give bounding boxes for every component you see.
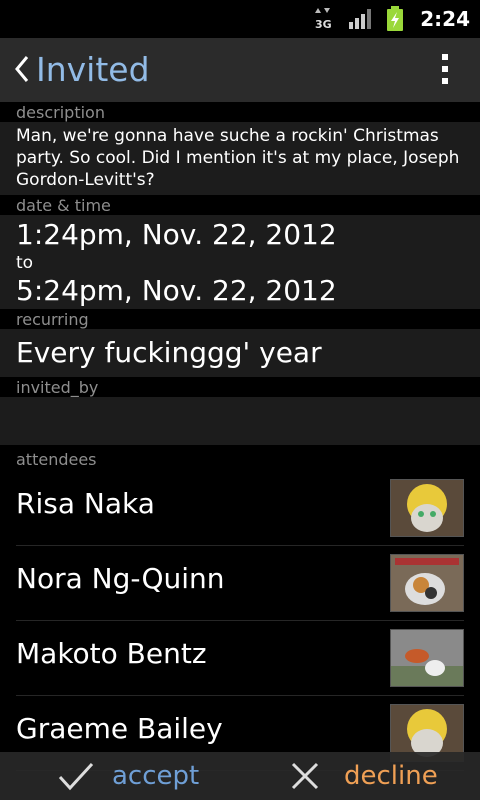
- clock: 2:24: [420, 7, 470, 31]
- attendee-name: Risa Naka: [16, 487, 155, 520]
- event-details: description Man, we're gonna have suche …: [0, 102, 480, 771]
- close-icon: [291, 762, 319, 790]
- attendee-row[interactable]: Makoto Bentz: [16, 621, 464, 696]
- invited-by-value: [0, 397, 480, 445]
- accept-button[interactable]: accept: [58, 752, 199, 800]
- recurring-label: recurring: [0, 309, 480, 329]
- datetime-label: date & time: [0, 195, 480, 215]
- 3g-network-icon: 3G: [315, 8, 332, 31]
- decline-label: decline: [344, 761, 438, 791]
- checkmark-icon: [58, 762, 94, 791]
- attendee-name: Makoto Bentz: [16, 637, 207, 670]
- attendee-row[interactable]: Nora Ng-Quinn: [16, 546, 464, 621]
- accept-label: accept: [112, 761, 200, 791]
- attendee-name: Graeme Bailey: [16, 712, 223, 745]
- action-bar: Invited: [0, 38, 480, 102]
- bottom-action-bar: accept decline: [0, 752, 480, 800]
- chevron-left-icon[interactable]: [14, 54, 30, 84]
- end-datetime: 5:24pm, Nov. 22, 2012: [16, 274, 337, 307]
- attendee-photo: [390, 554, 464, 612]
- attendee-photo: [390, 479, 464, 537]
- status-bar: 3G 2:24: [0, 0, 480, 38]
- battery-charging-icon: [387, 6, 404, 31]
- decline-button[interactable]: decline: [290, 752, 438, 800]
- datetime-block: 1:24pm, Nov. 22, 2012 to 5:24pm, Nov. 22…: [0, 215, 480, 309]
- attendee-photo: [390, 629, 464, 687]
- to-label: to: [16, 253, 34, 273]
- page-title[interactable]: Invited: [36, 50, 150, 89]
- overflow-menu-icon[interactable]: [442, 54, 448, 90]
- description-text: Man, we're gonna have suche a rockin' Ch…: [0, 122, 480, 195]
- start-datetime: 1:24pm, Nov. 22, 2012: [16, 218, 337, 251]
- attendee-name: Nora Ng-Quinn: [16, 562, 225, 595]
- description-label: description: [0, 102, 480, 122]
- attendees-label: attendees: [0, 445, 480, 471]
- svg-text:3G: 3G: [315, 18, 332, 31]
- recurring-value: Every fuckinggg' year: [0, 329, 480, 377]
- attendee-row[interactable]: Risa Naka: [16, 471, 464, 546]
- invited-by-label: invited_by: [0, 377, 480, 397]
- signal-strength-icon: [349, 9, 372, 29]
